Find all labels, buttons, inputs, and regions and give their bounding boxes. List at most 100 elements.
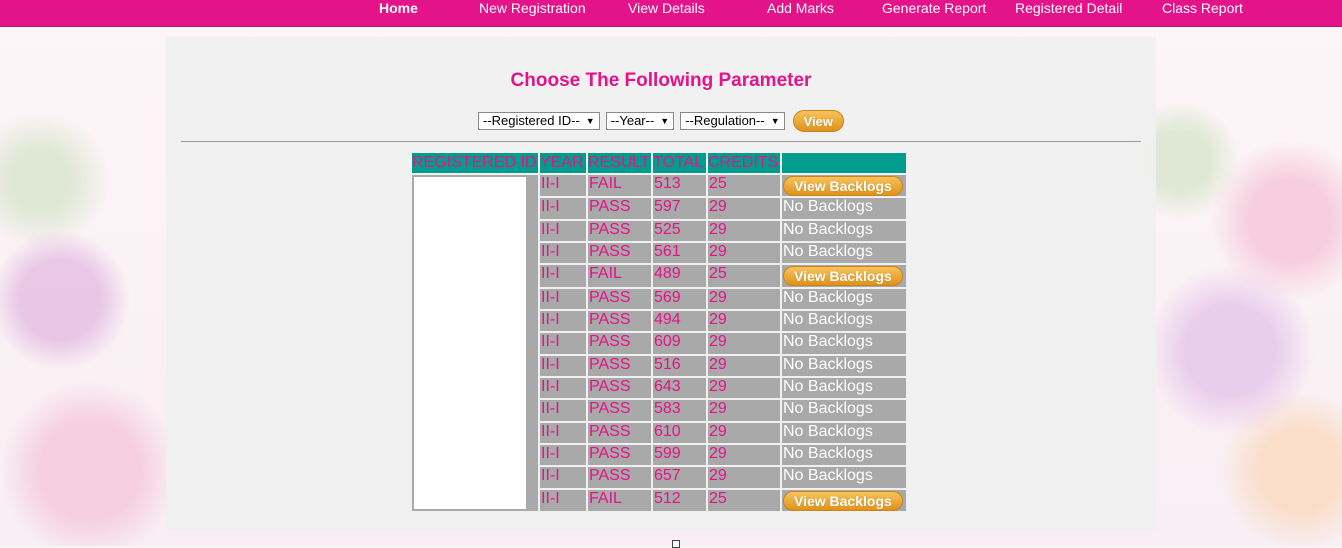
backlog-cell: No Backlogs bbox=[782, 220, 906, 241]
credits-cell: 25 bbox=[708, 175, 780, 197]
total-cell: 583 bbox=[653, 400, 706, 421]
result-cell: PASS bbox=[588, 220, 651, 241]
result-cell: PASS bbox=[588, 288, 651, 309]
result-cell: FAIL bbox=[588, 265, 651, 287]
total-cell: 599 bbox=[653, 444, 706, 466]
nav-class-report[interactable]: Class Report bbox=[1162, 0, 1243, 20]
backlog-cell: View Backlogs bbox=[782, 265, 906, 287]
header-registered-id: REGISTERED ID bbox=[412, 153, 538, 173]
registered-id-cell bbox=[412, 175, 538, 511]
year-cell: II-I bbox=[540, 288, 586, 309]
total-cell: 657 bbox=[653, 467, 706, 488]
year-cell: II-I bbox=[540, 355, 586, 376]
backlog-cell: No Backlogs bbox=[782, 467, 906, 488]
page-title: Choose The Following Parameter bbox=[510, 70, 812, 91]
year-cell: II-I bbox=[540, 243, 586, 264]
view-backlogs-button[interactable]: View Backlogs bbox=[783, 490, 903, 511]
nav-generate-report[interactable]: Generate Report bbox=[882, 0, 986, 20]
dropdown-arrow-icon: ▼ bbox=[660, 116, 670, 126]
view-button[interactable]: View bbox=[792, 110, 845, 132]
credits-cell: 29 bbox=[708, 467, 780, 488]
total-cell: 494 bbox=[653, 311, 706, 332]
backlog-cell: No Backlogs bbox=[782, 243, 906, 264]
result-cell: PASS bbox=[588, 377, 651, 399]
header-actions bbox=[782, 153, 906, 173]
year-cell: II-I bbox=[540, 220, 586, 241]
backlog-cell: View Backlogs bbox=[782, 175, 906, 197]
backlog-cell: No Backlogs bbox=[782, 400, 906, 421]
backlog-cell: No Backlogs bbox=[782, 333, 906, 354]
year-cell: II-I bbox=[540, 377, 586, 399]
regulation-select-value: --Regulation-- bbox=[685, 113, 765, 128]
result-cell: PASS bbox=[588, 400, 651, 421]
backlog-cell: No Backlogs bbox=[782, 444, 906, 466]
divider bbox=[181, 141, 1141, 142]
nav-view-details[interactable]: View Details bbox=[628, 0, 705, 20]
regulation-select[interactable]: --Regulation-- ▼ bbox=[680, 112, 785, 130]
credits-cell: 29 bbox=[708, 333, 780, 354]
year-cell: II-I bbox=[540, 422, 586, 443]
filter-bar: --Registered ID-- ▼ --Year-- ▼ --Regulat… bbox=[0, 110, 1322, 132]
total-cell: 516 bbox=[653, 355, 706, 376]
nav-registered-detail[interactable]: Registered Detail bbox=[1015, 0, 1122, 20]
year-cell: II-I bbox=[540, 467, 586, 488]
credits-cell: 29 bbox=[708, 220, 780, 241]
view-backlogs-button[interactable]: View Backlogs bbox=[783, 176, 903, 196]
credits-cell: 25 bbox=[708, 265, 780, 287]
year-cell: II-I bbox=[540, 265, 586, 287]
nav-add-marks[interactable]: Add Marks bbox=[767, 0, 834, 20]
credits-cell: 29 bbox=[708, 355, 780, 376]
result-cell: FAIL bbox=[588, 489, 651, 511]
backlog-cell: No Backlogs bbox=[782, 377, 906, 399]
header-year: YEAR bbox=[540, 153, 586, 173]
header-result: RESULT bbox=[588, 153, 651, 173]
header-credits: CREDITS bbox=[708, 153, 780, 173]
header-total: TOTAL bbox=[653, 153, 706, 173]
credits-cell: 29 bbox=[708, 400, 780, 421]
total-cell: 569 bbox=[653, 288, 706, 309]
nav-new-registration[interactable]: New Registration bbox=[479, 0, 586, 20]
result-cell: PASS bbox=[588, 444, 651, 466]
backlog-cell: No Backlogs bbox=[782, 355, 906, 376]
dropdown-arrow-icon: ▼ bbox=[585, 116, 595, 126]
total-cell: 609 bbox=[653, 333, 706, 354]
credits-cell: 29 bbox=[708, 377, 780, 399]
nav-home[interactable]: Home bbox=[379, 0, 418, 20]
mouse-cursor bbox=[672, 540, 680, 548]
credits-cell: 25 bbox=[708, 489, 780, 511]
credits-cell: 29 bbox=[708, 422, 780, 443]
registered-id-redacted-box bbox=[414, 177, 526, 509]
year-select[interactable]: --Year-- ▼ bbox=[605, 112, 675, 130]
year-cell: II-I bbox=[540, 198, 586, 219]
backlog-cell: View Backlogs bbox=[782, 489, 906, 511]
credits-cell: 29 bbox=[708, 311, 780, 332]
registered-id-select[interactable]: --Registered ID-- ▼ bbox=[477, 112, 600, 130]
result-cell: PASS bbox=[588, 422, 651, 443]
credits-cell: 29 bbox=[708, 288, 780, 309]
backlog-cell: No Backlogs bbox=[782, 422, 906, 443]
total-cell: 513 bbox=[653, 175, 706, 197]
backlog-cell: No Backlogs bbox=[782, 288, 906, 309]
credits-cell: 29 bbox=[708, 198, 780, 219]
credits-cell: 29 bbox=[708, 444, 780, 466]
total-cell: 489 bbox=[653, 265, 706, 287]
total-cell: 525 bbox=[653, 220, 706, 241]
table-header-row: REGISTERED ID YEAR RESULT TOTAL CREDITS bbox=[412, 153, 906, 173]
year-cell: II-I bbox=[540, 444, 586, 466]
year-select-value: --Year-- bbox=[610, 113, 655, 128]
result-cell: PASS bbox=[588, 333, 651, 354]
result-cell: PASS bbox=[588, 198, 651, 219]
result-cell: PASS bbox=[588, 311, 651, 332]
table-row: II-I FAIL 513 25 View Backlogs bbox=[412, 175, 906, 511]
year-cell: II-I bbox=[540, 333, 586, 354]
backlog-cell: No Backlogs bbox=[782, 198, 906, 219]
dropdown-arrow-icon: ▼ bbox=[770, 116, 780, 126]
result-cell: PASS bbox=[588, 355, 651, 376]
credits-cell: 29 bbox=[708, 243, 780, 264]
registered-id-select-value: --Registered ID-- bbox=[482, 113, 580, 128]
view-backlogs-button[interactable]: View Backlogs bbox=[783, 266, 903, 287]
total-cell: 512 bbox=[653, 489, 706, 511]
year-cell: II-I bbox=[540, 489, 586, 511]
total-cell: 643 bbox=[653, 377, 706, 399]
result-cell: FAIL bbox=[588, 175, 651, 197]
